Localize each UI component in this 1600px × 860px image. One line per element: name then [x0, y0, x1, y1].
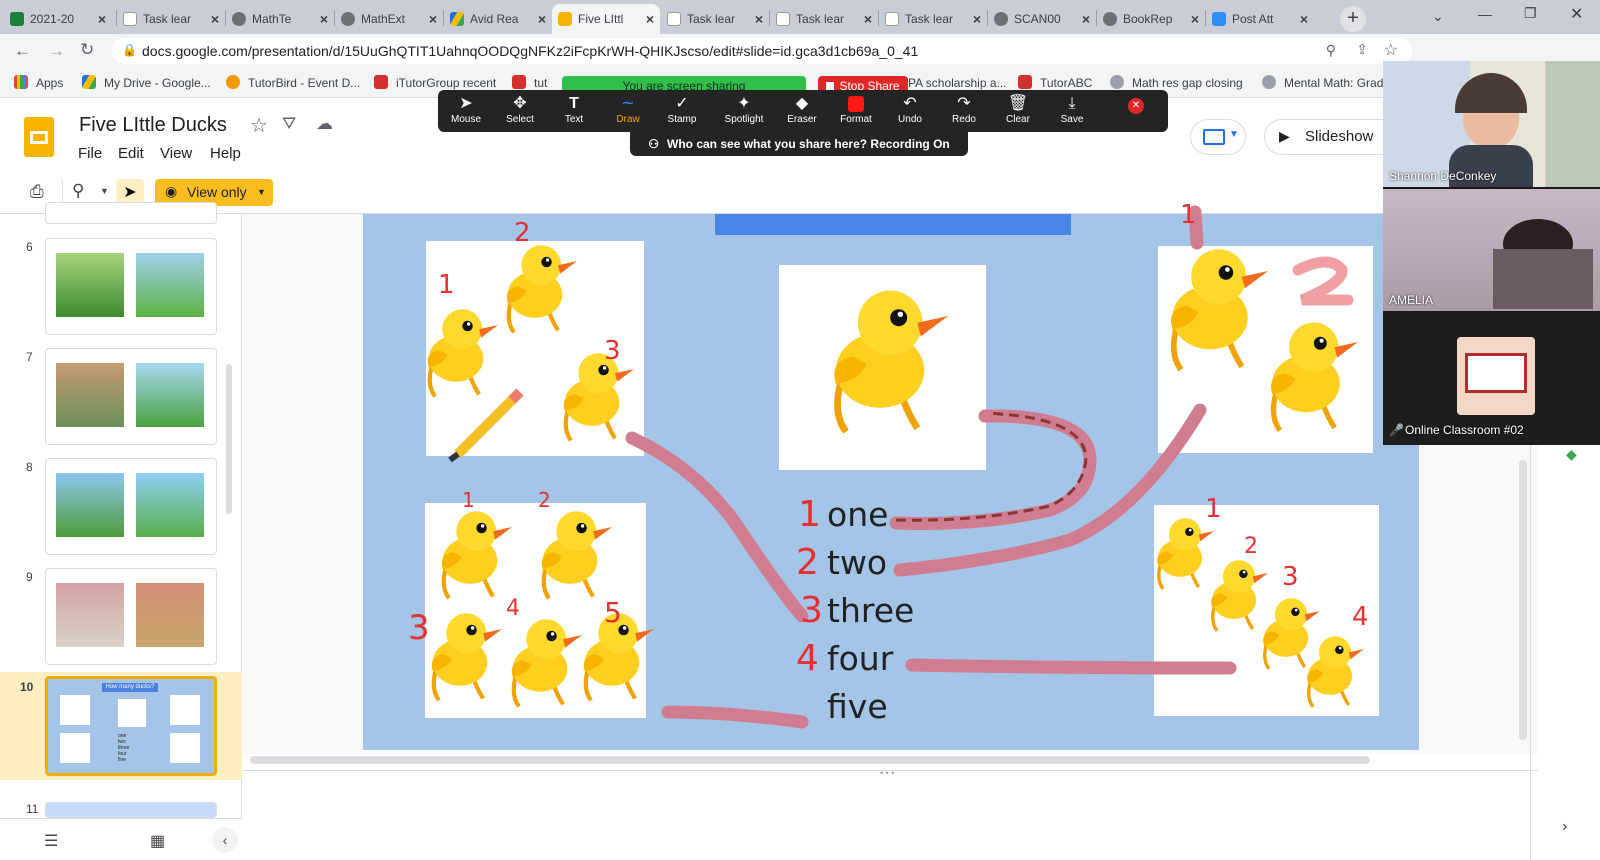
handwritten-number: 2	[538, 488, 551, 512]
drawn-number-2	[1292, 256, 1354, 306]
save-icon: ⤓	[1068, 95, 1076, 112]
drawn-line	[905, 658, 1237, 675]
tool-spotlight[interactable]: ✦ Spotlight	[712, 94, 776, 130]
tool-select[interactable]: ✥ Select	[492, 94, 548, 130]
close-toolbar-icon[interactable]: ✕	[1128, 98, 1144, 114]
drawn-line	[889, 409, 1097, 530]
duck-image	[1171, 249, 1268, 369]
handwritten-number: 1	[438, 270, 455, 300]
duck-image	[542, 511, 612, 598]
duck-image	[507, 245, 577, 332]
handwritten-number: 1	[798, 494, 821, 535]
handwritten-number: 1	[1205, 494, 1222, 524]
duck-image	[1209, 558, 1270, 633]
word-three: three	[827, 591, 915, 630]
handwritten-number: 1	[1180, 200, 1197, 230]
tool-mouse[interactable]: ➤ Mouse	[438, 94, 494, 130]
trash-icon: 🗑	[1007, 95, 1029, 112]
tool-text[interactable]: T Text	[546, 94, 602, 130]
move-icon: ✥	[513, 95, 527, 112]
tool-save[interactable]: ⤓ Save	[1044, 94, 1100, 130]
recording-banner[interactable]: ⚇ Who can see what you share here? Record…	[630, 132, 968, 156]
handwritten-number: 3	[604, 336, 621, 366]
handwritten-number: 1	[462, 488, 475, 512]
spotlight-icon: ✦	[737, 95, 751, 112]
drawn-lines	[625, 205, 1237, 729]
handwritten-number: 2	[1244, 534, 1258, 559]
duck-image	[834, 291, 948, 432]
word-five: five	[827, 687, 888, 726]
redo-icon: ↷	[957, 95, 971, 112]
mouse-icon: ➤	[459, 95, 473, 112]
draw-icon: ∼	[621, 95, 635, 112]
duck-image	[442, 511, 512, 598]
participant-video-2[interactable]: AMELIA	[1383, 189, 1600, 311]
undo-icon: ↶	[903, 95, 917, 112]
handwritten-number: 3	[800, 590, 823, 631]
duck-image	[432, 613, 502, 700]
reading-book-icon	[1457, 337, 1535, 415]
word-two: two	[827, 543, 888, 582]
duck-image	[1271, 323, 1358, 431]
word-four: four	[827, 639, 894, 678]
tool-redo[interactable]: ↷ Redo	[936, 94, 992, 130]
handwritten-number: 5	[604, 596, 622, 629]
tool-stamp[interactable]: ✓ Stamp	[654, 94, 710, 130]
muted-mic-icon: 🎤	[1389, 423, 1404, 437]
tool-format[interactable]: Format	[828, 94, 884, 130]
zoom-video-panel: Shannon DeConkey AMELIA Online Classroom…	[1383, 61, 1600, 445]
people-icon: ⚇	[648, 137, 660, 151]
duck-image	[1155, 516, 1216, 591]
handwritten-number: 4	[1352, 602, 1369, 632]
tool-undo[interactable]: ↶ Undo	[882, 94, 938, 130]
format-color-icon	[828, 94, 884, 114]
text-icon: T	[569, 95, 579, 112]
handwritten-number: 2	[514, 218, 531, 248]
tool-eraser[interactable]: ◆ Eraser	[774, 94, 830, 130]
handwritten-number: 3	[408, 608, 430, 648]
eraser-icon: ◆	[795, 95, 809, 112]
pencil-image	[448, 388, 524, 463]
handwritten-number: 4	[796, 638, 819, 679]
duck-image	[564, 353, 634, 440]
duck-image	[1305, 634, 1366, 709]
word-one: one	[827, 495, 889, 534]
handwritten-number: 3	[1282, 562, 1299, 592]
tool-clear[interactable]: 🗑 Clear	[990, 94, 1046, 130]
participant-video-3[interactable]: Online Classroom #02 🎤	[1383, 313, 1600, 445]
duck-image	[428, 309, 498, 396]
handwritten-number: 2	[796, 542, 819, 583]
drawn-line	[893, 403, 1207, 577]
tool-draw[interactable]: ∼ Draw	[600, 94, 656, 130]
drawn-line	[661, 705, 809, 729]
duck-image	[512, 619, 582, 706]
drawn-line	[625, 431, 809, 623]
zoom-annotate-toolbar: ➤ Mouse ✥ Select T Text ∼ Draw ✓ Stamp ✦ Spotl…	[438, 90, 1168, 132]
checkmark-icon: ✓	[675, 95, 689, 112]
participant-video-1[interactable]: Shannon DeConkey	[1383, 61, 1600, 187]
handwritten-number: 4	[506, 596, 520, 621]
duck-image	[1261, 596, 1322, 671]
